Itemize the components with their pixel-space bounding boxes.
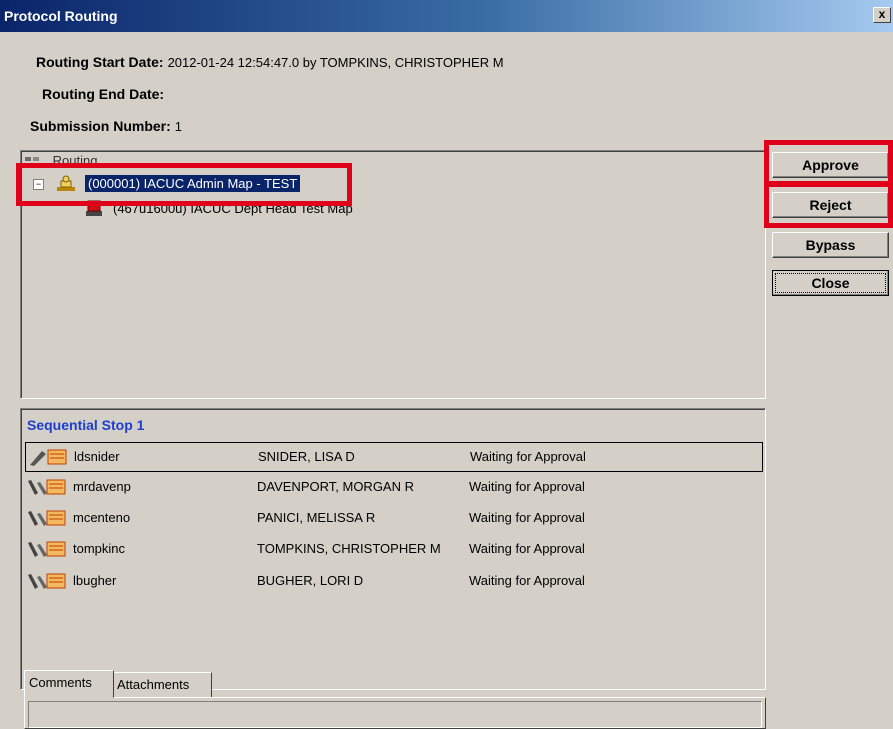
highlight-selected-node xyxy=(16,163,352,206)
approver-name: BUGHER, LORI D xyxy=(257,573,364,588)
approver-name: DAVENPORT, MORGAN R xyxy=(257,479,414,494)
approver-userid: ldsnider xyxy=(74,449,120,464)
bypass-button[interactable]: Bypass xyxy=(772,232,889,258)
sequential-stop-panel: Sequential Stop 1 ldsnider SNIDER, LISA … xyxy=(20,408,766,690)
approver-row[interactable]: mrdavenp DAVENPORT, MORGAN R Waiting for… xyxy=(25,473,761,501)
routing-end-date: Routing End Date: xyxy=(42,86,168,102)
approver-pencils-icon xyxy=(27,539,67,559)
approver-pencils-icon xyxy=(27,477,67,497)
submission-value: 1 xyxy=(174,119,183,134)
window-title: Protocol Routing xyxy=(4,8,118,24)
approver-pencils-icon xyxy=(27,508,67,528)
approver-userid: tompkinc xyxy=(73,541,126,556)
approver-name: SNIDER, LISA D xyxy=(258,449,355,464)
tab-content xyxy=(24,697,766,729)
approver-name: PANICI, MELISSA R xyxy=(257,510,376,525)
approver-status: Waiting for Approval xyxy=(469,573,585,588)
approver-userid: mcenteno xyxy=(73,510,131,525)
stop-title: Sequential Stop 1 xyxy=(27,417,145,433)
approver-status: Waiting for Approval xyxy=(470,449,586,464)
approver-row[interactable]: lbugher BUGHER, LORI D Waiting for Appro… xyxy=(25,567,761,595)
highlight-reject-button xyxy=(764,182,893,228)
close-window-button[interactable]: x xyxy=(873,7,891,23)
approver-row[interactable]: mcenteno PANICI, MELISSA R Waiting for A… xyxy=(25,504,761,532)
tab-comments[interactable]: Comments xyxy=(24,670,114,698)
approver-status: Waiting for Approval xyxy=(469,541,585,556)
start-date-label: Routing Start Date: xyxy=(36,54,164,70)
tab-attachments[interactable]: Attachments xyxy=(112,672,212,698)
close-button[interactable]: Close xyxy=(772,270,889,296)
approver-row[interactable]: tompkinc TOMPKINS, CHRISTOPHER M Waiting… xyxy=(25,535,761,563)
highlight-approve-button xyxy=(764,140,893,186)
approver-userid: mrdavenp xyxy=(73,479,131,494)
approver-row[interactable]: ldsnider SNIDER, LISA D Waiting for Appr… xyxy=(25,442,763,472)
end-date-label: Routing End Date: xyxy=(42,86,165,102)
submission-label: Submission Number: xyxy=(30,118,171,134)
approver-status: Waiting for Approval xyxy=(469,479,585,494)
comments-area[interactable] xyxy=(28,701,762,728)
approver-pencil-icon xyxy=(28,447,68,467)
approver-status: Waiting for Approval xyxy=(469,510,585,525)
title-bar: Protocol Routing x xyxy=(0,0,893,32)
approver-pencils-icon xyxy=(27,571,67,591)
routing-start-date: Routing Start Date: 2012-01-24 12:54:47.0… xyxy=(36,54,504,70)
submission-number: Submission Number: 1 xyxy=(30,118,182,134)
approver-userid: lbugher xyxy=(73,573,117,588)
start-date-value: 2012-01-24 12:54:47.0 by TOMPKINS, CHRIS… xyxy=(167,55,504,70)
approver-name: TOMPKINS, CHRISTOPHER M xyxy=(257,541,441,556)
